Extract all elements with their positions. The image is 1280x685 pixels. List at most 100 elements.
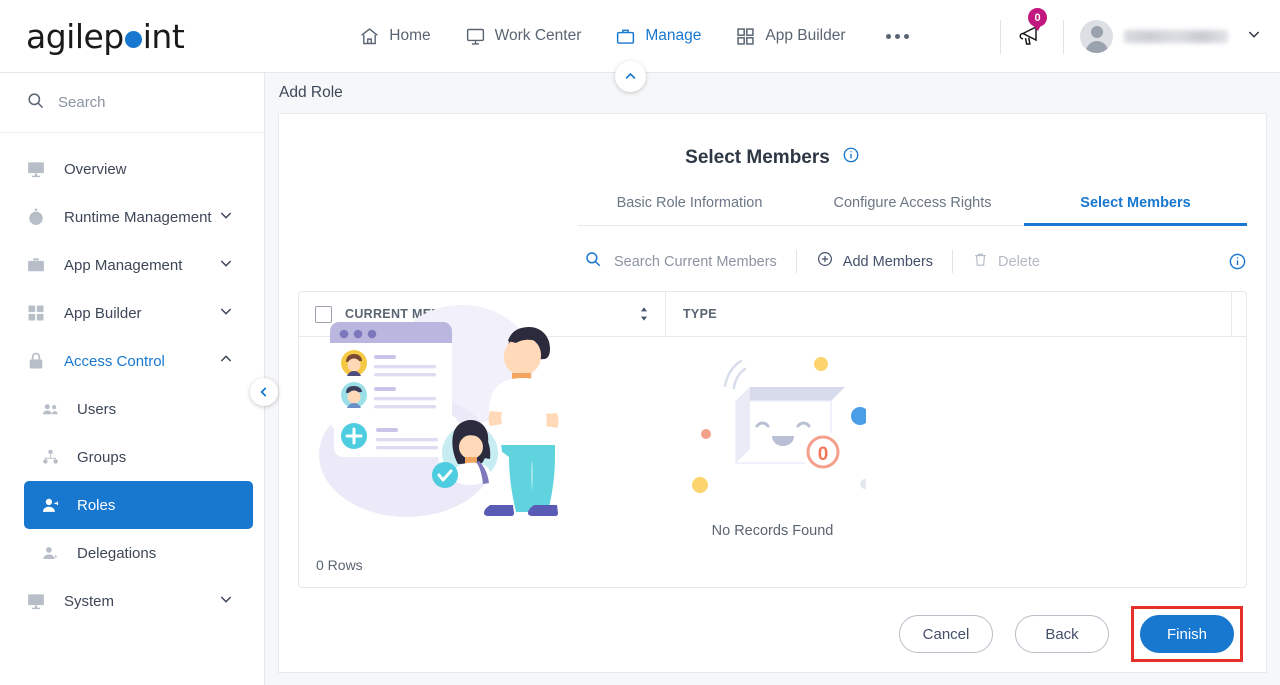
tab-configure-access-rights[interactable]: Configure Access Rights (801, 195, 1024, 226)
row-count-label: 0 Rows (316, 557, 363, 573)
delete-button: Delete (972, 251, 1040, 273)
column-type-label: TYPE (683, 307, 717, 321)
sidebar-item-app-management[interactable]: App Management (0, 241, 264, 289)
nav-item-app-builder[interactable]: App Builder (735, 26, 846, 47)
grid-info-icon[interactable] (1228, 252, 1247, 271)
sidebar-item-delegations[interactable]: Delegations (24, 529, 253, 577)
main-content: Add Role Select Members Basic Role Infor… (265, 61, 1280, 685)
panel-title: Select Members (685, 146, 830, 168)
home-icon (359, 26, 380, 47)
sidebar-item-overview-label: Overview (64, 160, 127, 178)
agilepoint-logo[interactable]: agilep int (26, 16, 185, 56)
announcements-button[interactable]: 0 (1017, 8, 1047, 53)
info-icon[interactable] (842, 146, 860, 169)
panel-title-row: Select Members (279, 146, 1266, 169)
sidebar-item-users-label: Users (77, 400, 117, 418)
empty-state-label: No Records Found (711, 522, 834, 539)
system-icon (24, 591, 48, 611)
nav-item-work-center-label: Work Center (494, 27, 582, 44)
wizard-footer: Cancel Back Finish (279, 606, 1266, 662)
wizard-tabs: Basic Role Information Configure Access … (279, 195, 1266, 226)
sidebar-item-app-builder[interactable]: App Builder (0, 289, 264, 337)
chart-monitor-icon (24, 159, 48, 179)
role-user-icon (38, 496, 62, 515)
sidebar-item-users[interactable]: Users (24, 385, 253, 433)
divider (795, 250, 797, 273)
finish-button[interactable]: Finish (1140, 615, 1234, 653)
groups-icon (38, 448, 62, 467)
sidebar-item-delegations-label: Delegations (77, 544, 157, 562)
sidebar-item-runtime-management[interactable]: Runtime Management (0, 193, 264, 241)
chevron-down-icon[interactable] (218, 255, 234, 276)
delegation-icon (38, 544, 62, 563)
tab-select-members[interactable]: Select Members (1024, 195, 1247, 226)
nav-item-manage-label: Manage (645, 27, 702, 44)
sidebar-item-system[interactable]: System (0, 577, 264, 625)
back-button[interactable]: Back (1015, 615, 1109, 653)
lock-icon (24, 351, 48, 371)
logo-text-end: int (142, 16, 185, 56)
nav-item-home[interactable]: Home (359, 26, 431, 47)
stopwatch-icon (24, 207, 48, 227)
sidebar-search[interactable]: Search (0, 73, 264, 133)
nav-item-app-builder-label: App Builder (765, 27, 846, 44)
sidebar-search-placeholder: Search (58, 94, 106, 111)
briefcase-icon (615, 26, 636, 47)
chevron-down-icon[interactable] (218, 591, 234, 612)
search-current-members-input[interactable]: Search Current Members (584, 250, 777, 273)
more-options-icon[interactable] (885, 33, 909, 39)
search-icon (26, 91, 45, 115)
select-members-illustration (312, 295, 582, 550)
sidebar-collapse-button[interactable] (250, 378, 278, 406)
page-title: Add Role (279, 84, 343, 101)
sidebar: Search Overview Runtime Management App M… (0, 73, 278, 685)
column-divider (1231, 292, 1232, 337)
plus-circle-icon (816, 250, 834, 273)
sidebar-item-groups-label: Groups (77, 448, 127, 466)
sidebar-item-app-management-label: App Management (64, 256, 183, 274)
divider (952, 250, 954, 273)
svg-text:0: 0 (817, 444, 828, 465)
sidebar-item-roles[interactable]: Roles (24, 481, 253, 529)
top-right-area: 0 (984, 0, 1262, 73)
logo-text-start: agilep (26, 16, 124, 56)
sidebar-item-access-control[interactable]: Access Control (0, 337, 264, 385)
divider (1063, 19, 1064, 54)
sidebar-item-access-control-label: Access Control (64, 352, 165, 370)
search-current-members-placeholder: Search Current Members (614, 253, 777, 270)
nav-item-manage[interactable]: Manage (615, 26, 701, 47)
chevron-down-icon[interactable] (1246, 26, 1262, 47)
main-nav: Home Work Center Manage App Builder (359, 26, 909, 47)
grid-check-icon (24, 303, 48, 323)
sidebar-menu: Overview Runtime Management App Manageme… (0, 133, 264, 625)
monitor-icon (465, 26, 486, 47)
user-name-label (1124, 30, 1228, 43)
add-members-label: Add Members (842, 253, 934, 270)
app-root: agilep int Home Work Center Manage App B… (0, 0, 1280, 685)
avatar[interactable] (1080, 20, 1113, 53)
nav-item-work-center[interactable]: Work Center (465, 26, 582, 47)
sort-icon[interactable] (638, 306, 650, 322)
tab-basic-role-information[interactable]: Basic Role Information (578, 195, 801, 226)
cancel-button[interactable]: Cancel (899, 615, 993, 653)
delete-label: Delete (998, 253, 1040, 270)
notification-badge: 0 (1028, 8, 1047, 31)
trash-icon (972, 251, 989, 273)
divider (1000, 19, 1001, 54)
sidebar-item-overview[interactable]: Overview (0, 145, 264, 193)
finish-highlight-annotation: Finish (1131, 606, 1243, 662)
chevron-up-icon[interactable] (218, 351, 234, 372)
page-header: Add Role (265, 61, 1280, 113)
logo-dot-icon (124, 30, 142, 48)
sidebar-item-runtime-management-label: Runtime Management (64, 208, 212, 226)
sidebar-item-groups[interactable]: Groups (24, 433, 253, 481)
add-members-button[interactable]: Add Members (816, 250, 933, 273)
chevron-down-icon[interactable] (218, 303, 234, 324)
empty-box-illustration: 0 (680, 340, 870, 513)
chevron-down-icon[interactable] (218, 207, 234, 228)
members-toolbar: Search Current Members Add Members Delet… (279, 250, 1266, 273)
sidebar-item-app-builder-label: App Builder (64, 304, 142, 322)
collapse-header-button[interactable] (615, 61, 646, 92)
nav-item-home-label: Home (389, 27, 431, 44)
top-navigation-bar: agilep int Home Work Center Manage App B… (0, 0, 1280, 73)
